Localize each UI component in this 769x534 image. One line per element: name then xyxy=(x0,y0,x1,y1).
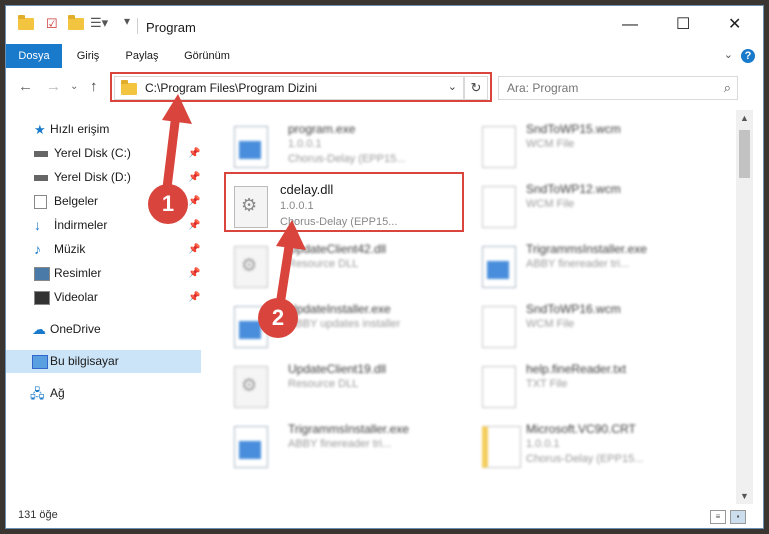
arrow-1-head xyxy=(162,94,192,124)
step-badge-2: 2 xyxy=(258,298,298,338)
arrow-2-head xyxy=(276,220,306,250)
annotation-arrows xyxy=(161,94,306,323)
step-badge-1: 1 xyxy=(148,184,188,224)
